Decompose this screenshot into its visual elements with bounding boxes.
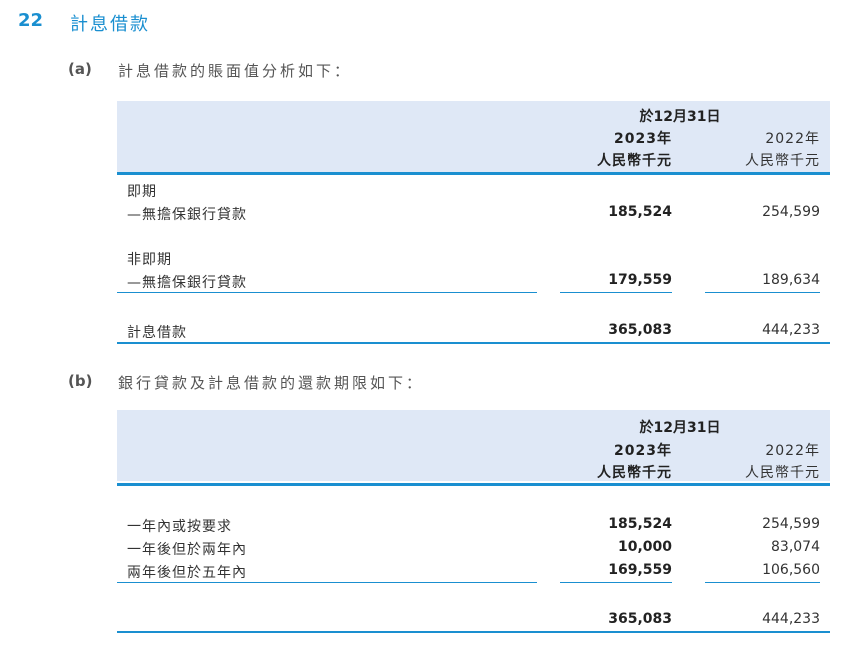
table-row: 兩年後但於五年內: [127, 565, 247, 581]
table-row-2023: 169,559: [608, 562, 672, 578]
table-row: 一年後但於兩年內: [127, 542, 247, 558]
table-b-year-prior: 2022年: [765, 443, 820, 459]
table-a-unit-current: 人民幣千元: [597, 153, 672, 169]
table-a-header-rule: [117, 172, 830, 175]
table-b-subtotal-rule-2022: [705, 582, 820, 583]
table-b-total-2023: 365,083: [608, 611, 672, 627]
part-a-letter: (a): [68, 60, 92, 78]
noncurrent-item-2023: 179,559: [608, 272, 672, 288]
table-a-unit-prior: 人民幣千元: [745, 153, 820, 169]
table-b-unit-current: 人民幣千元: [597, 465, 672, 481]
noncurrent-item-2022: 189,634: [762, 272, 820, 288]
part-a-heading: 計息借款的賬面值分析如下：: [118, 62, 353, 80]
part-b-letter: (b): [68, 372, 93, 390]
total-label: 計息借款: [127, 325, 187, 341]
section-number: 22: [18, 10, 44, 31]
table-a-period: 於12月31日: [639, 109, 721, 125]
current-item-2023: 185,524: [608, 204, 672, 220]
table-row-2022: 83,074: [771, 539, 820, 555]
current-item-2022: 254,599: [762, 204, 820, 220]
table-row-2023: 185,524: [608, 516, 672, 532]
table-a-year-current: 2023年: [614, 131, 672, 147]
table-b-total-rule: [117, 631, 830, 633]
table-b-period: 於12月31日: [639, 420, 721, 436]
table-b-year-current: 2023年: [614, 443, 672, 459]
table-a-subtotal-rule-2023: [560, 292, 672, 293]
table-row-2022: 254,599: [762, 516, 820, 532]
table-b-subtotal-rule-2023: [560, 582, 672, 583]
noncurrent-label: 非即期: [127, 252, 172, 268]
table-b-unit-prior: 人民幣千元: [745, 465, 820, 481]
table-a-subtotal-rule: [117, 292, 537, 293]
table-row-2023: 10,000: [617, 539, 672, 555]
table-a-subtotal-rule-2022: [705, 292, 820, 293]
table-row: 一年內或按要求: [127, 519, 232, 535]
table-b-header-rule: [117, 483, 830, 486]
current-item-label: —無擔保銀行貸款: [127, 207, 247, 223]
current-label: 即期: [127, 184, 157, 200]
total-2022: 444,233: [762, 322, 820, 338]
table-b-subtotal-rule: [117, 582, 537, 583]
table-row-2022: 106,560: [762, 562, 820, 578]
table-a-year-prior: 2022年: [765, 131, 820, 147]
noncurrent-item-label: —無擔保銀行貸款: [127, 275, 247, 291]
total-2023: 365,083: [608, 322, 672, 338]
table-a-total-rule: [117, 342, 830, 344]
table-b-total-2022: 444,233: [762, 611, 820, 627]
section-title: 計息借款: [70, 14, 150, 35]
part-b-heading: 銀行貸款及計息借款的還款期限如下：: [118, 374, 425, 392]
